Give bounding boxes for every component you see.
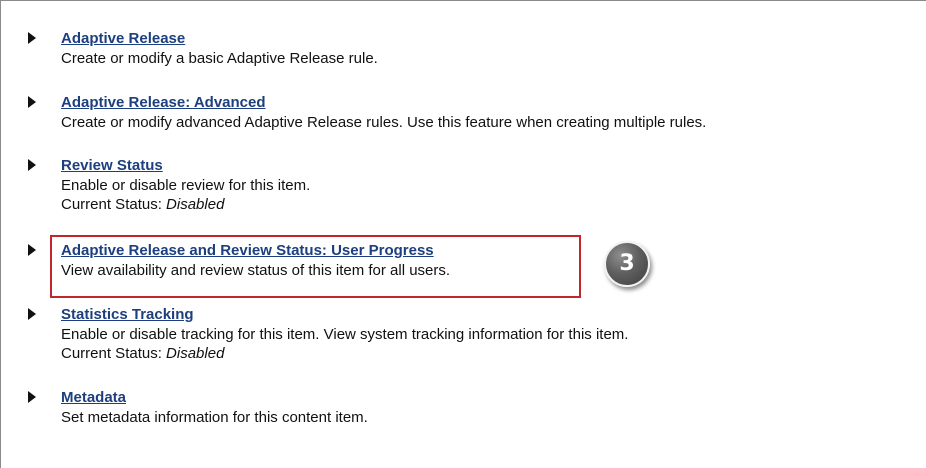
adaptive-release-description: Create or modify a basic Adaptive Releas… xyxy=(61,50,378,67)
review-status-current-status: Current Status: Disabled xyxy=(61,195,914,214)
review-status-description: Enable or disable review for this item. xyxy=(61,177,311,194)
list-item-content: Adaptive Release Create or modify a basi… xyxy=(61,29,914,68)
triangle-right-icon xyxy=(28,96,36,108)
list-item-metadata: Metadata Set metadata information for th… xyxy=(24,388,914,427)
metadata-link[interactable]: Metadata xyxy=(61,388,126,408)
triangle-right-icon xyxy=(28,391,36,403)
status-value: Disabled xyxy=(166,345,225,362)
list-item-content: Metadata Set metadata information for th… xyxy=(61,388,914,427)
step-number-callout: 3 xyxy=(604,241,650,287)
list-item-content: Adaptive Release: Advanced Create or mod… xyxy=(61,93,914,132)
list-item-review-status: Review Status Enable or disable review f… xyxy=(24,156,914,214)
metadata-description: Set metadata information for this conten… xyxy=(61,409,368,426)
highlight-box xyxy=(50,235,581,298)
status-label: Current Status: xyxy=(61,196,167,213)
adaptive-release-link[interactable]: Adaptive Release xyxy=(61,29,185,49)
statistics-tracking-link[interactable]: Statistics Tracking xyxy=(61,305,194,325)
list-item-adaptive-release-advanced: Adaptive Release: Advanced Create or mod… xyxy=(24,93,914,132)
triangle-right-icon xyxy=(28,244,36,256)
list-item-content: Review Status Enable or disable review f… xyxy=(61,156,914,214)
review-status-link[interactable]: Review Status xyxy=(61,156,163,176)
list-item-adaptive-release: Adaptive Release Create or modify a basi… xyxy=(24,29,914,68)
content-options-panel: Adaptive Release Create or modify a basi… xyxy=(0,0,926,468)
triangle-right-icon xyxy=(28,308,36,320)
status-value: Disabled xyxy=(166,196,225,213)
status-label: Current Status: xyxy=(61,345,167,362)
triangle-right-icon xyxy=(28,159,36,171)
statistics-tracking-description: Enable or disable tracking for this item… xyxy=(61,326,629,343)
list-item-content: Statistics Tracking Enable or disable tr… xyxy=(61,305,914,363)
statistics-tracking-current-status: Current Status: Disabled xyxy=(61,344,914,363)
adaptive-release-advanced-description: Create or modify advanced Adaptive Relea… xyxy=(61,114,707,131)
list-item-statistics-tracking: Statistics Tracking Enable or disable tr… xyxy=(24,305,914,363)
adaptive-release-advanced-link[interactable]: Adaptive Release: Advanced xyxy=(61,93,266,113)
triangle-right-icon xyxy=(28,32,36,44)
